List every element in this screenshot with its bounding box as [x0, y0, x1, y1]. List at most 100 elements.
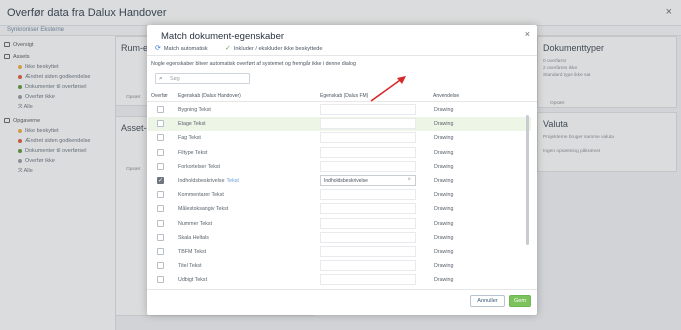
- annotation-arrow-icon: [370, 76, 406, 102]
- property-row[interactable]: Bygning Tekst Drawing: [148, 103, 531, 117]
- property-name-text: Etage Tekst: [178, 121, 206, 128]
- transfer-checkbox[interactable]: [157, 205, 164, 213]
- fm-property-field[interactable]: [320, 231, 416, 243]
- property-row[interactable]: ✓ Indholdsbeskrivelse Tekst Indholdsbeskriv…: [148, 174, 531, 188]
- property-name-text: TBFM Tekst: [178, 249, 207, 255]
- property-name-text: Skala Heltals: [178, 234, 209, 241]
- fm-property-field[interactable]: [320, 132, 416, 144]
- usage-value: Drawing: [434, 163, 454, 170]
- transfer-checkbox[interactable]: [157, 262, 164, 270]
- usage-value: Drawing: [434, 121, 454, 128]
- transfer-checkbox[interactable]: [157, 162, 164, 170]
- footer-divider: [147, 289, 537, 290]
- search-placeholder: Søg: [170, 76, 180, 82]
- transfer-checkbox[interactable]: ✓: [157, 177, 164, 184]
- clear-icon[interactable]: ×: [407, 177, 411, 183]
- property-name-text: Kommentarer Tekst: [178, 192, 224, 199]
- col-header-egenskab-fm: Egenskab (Dalux FM): [320, 93, 369, 99]
- usage-value: Drawing: [434, 234, 454, 241]
- property-name: Indholdsbeskrivelse Tekst: [178, 178, 239, 184]
- property-row[interactable]: Nummer Tekst Drawing: [148, 217, 531, 231]
- property-row[interactable]: Etage Tekst Drawing: [148, 117, 531, 132]
- usage-value: Drawing: [434, 220, 454, 227]
- usage-value: Drawing: [434, 277, 454, 284]
- include-exclude-button[interactable]: ✓ Inkluder / ekskluder ikke beskyttede: [225, 44, 323, 52]
- usage-value: Drawing: [434, 263, 454, 270]
- auto-match-button[interactable]: ⟳ Match automatisk: [155, 44, 208, 52]
- fm-property-field[interactable]: [320, 260, 416, 272]
- scrollbar[interactable]: [526, 115, 529, 245]
- property-name: Filtype Tekst: [178, 150, 207, 156]
- transfer-checkbox[interactable]: [157, 148, 164, 156]
- usage-value: Drawing: [434, 206, 454, 213]
- fm-property-field[interactable]: [320, 274, 416, 286]
- property-name-text: Bygning Tekst: [178, 107, 211, 113]
- property-name-text: Titel Tekst: [178, 263, 202, 270]
- toolbar-divider: [147, 55, 537, 56]
- refresh-icon: ⟳: [155, 45, 161, 52]
- fm-property-field[interactable]: [320, 160, 416, 172]
- property-name: Titel Tekst: [178, 263, 202, 269]
- property-name-text: Indholdsbeskrivelse: [178, 178, 225, 184]
- col-header-anvendelse: Anvendelse: [433, 93, 460, 99]
- fm-property-field[interactable]: [320, 146, 416, 158]
- property-name: Etage Tekst: [178, 121, 206, 127]
- header-divider: [147, 101, 537, 102]
- col-header-overfor: Overfør: [151, 93, 168, 99]
- property-name-text: Filtype Tekst: [178, 149, 208, 156]
- transfer-checkbox[interactable]: [157, 106, 164, 113]
- property-name: TBFM Tekst: [178, 249, 206, 255]
- fm-property-field[interactable]: [320, 104, 416, 115]
- search-input[interactable]: ⌕ Søg: [155, 73, 250, 84]
- property-name-text: Udbigt Tekst: [178, 277, 208, 284]
- transfer-checkbox[interactable]: [157, 233, 164, 241]
- usage-value: Drawing: [434, 178, 454, 184]
- col-header-egenskab: Egenskab (Dalux Handover): [178, 93, 241, 99]
- dialog-title: Match dokument-egenskaber: [161, 31, 285, 42]
- transfer-checkbox[interactable]: [157, 191, 164, 199]
- include-exclude-label: Inkluder / ekskluder ikke beskyttede: [233, 46, 323, 52]
- property-row[interactable]: Titel Tekst Drawing: [148, 259, 531, 273]
- property-type-tag: Tekst: [226, 178, 239, 184]
- usage-value: Drawing: [434, 135, 454, 142]
- property-row[interactable]: Målestoksangiv Tekst Drawing: [148, 202, 531, 216]
- transfer-checkbox[interactable]: [157, 219, 164, 227]
- property-name-text: Fag Tekst: [178, 135, 201, 142]
- match-properties-dialog: Match dokument-egenskaber × ⟳ Match autom…: [147, 25, 537, 315]
- fm-property-field[interactable]: [320, 189, 416, 201]
- property-row[interactable]: Skala Heltals Drawing: [148, 231, 531, 245]
- property-name: Skala Heltals: [178, 235, 209, 241]
- checkmark-icon: ✓: [225, 45, 231, 52]
- fm-property-field[interactable]: Indholdsbeskrivelse ×: [320, 175, 416, 186]
- save-button[interactable]: Gem: [509, 295, 531, 307]
- search-icon: ⌕: [159, 75, 163, 82]
- usage-value: Drawing: [434, 149, 454, 156]
- transfer-checkbox[interactable]: [157, 248, 164, 255]
- property-name: Nummer Tekst: [178, 221, 212, 227]
- fm-property-field[interactable]: [320, 246, 416, 257]
- usage-value: Drawing: [434, 192, 454, 199]
- cancel-button[interactable]: Annuller: [470, 295, 505, 307]
- property-row[interactable]: TBFM Tekst Drawing: [148, 245, 531, 259]
- property-name-text: Målestoksangiv Tekst: [178, 206, 229, 213]
- property-name: Kommentarer Tekst: [178, 192, 224, 198]
- transfer-checkbox[interactable]: [157, 134, 164, 142]
- property-name: Udbigt Tekst: [178, 277, 207, 283]
- property-name: Bygning Tekst: [178, 107, 211, 113]
- fm-property-field[interactable]: [320, 118, 416, 130]
- property-row[interactable]: Forkortelser Tekst Drawing: [148, 160, 531, 174]
- property-name-text: Forkortelser Tekst: [178, 163, 220, 170]
- fm-property-field[interactable]: [320, 203, 416, 215]
- transfer-checkbox[interactable]: [157, 276, 164, 284]
- property-row[interactable]: Filtype Tekst Drawing: [148, 146, 531, 160]
- usage-value: Drawing: [434, 107, 454, 113]
- property-row[interactable]: Udbigt Tekst Drawing: [148, 273, 531, 287]
- property-name: Fag Tekst: [178, 135, 201, 141]
- property-row[interactable]: Fag Tekst Drawing: [148, 131, 531, 145]
- usage-value: Drawing: [434, 249, 454, 255]
- info-text: Nogle egenskaber bliver automatisk overf…: [151, 61, 356, 67]
- dialog-close-icon[interactable]: ×: [525, 29, 530, 39]
- property-row[interactable]: Kommentarer Tekst Drawing: [148, 188, 531, 202]
- transfer-checkbox[interactable]: [157, 120, 164, 128]
- fm-property-field[interactable]: [320, 217, 416, 229]
